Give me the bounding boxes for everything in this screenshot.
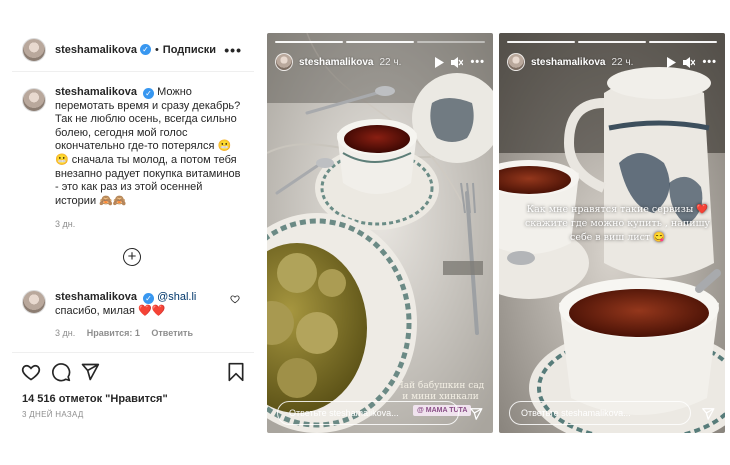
mute-icon[interactable]	[683, 56, 696, 68]
mute-icon[interactable]	[451, 56, 464, 68]
plus-circle-icon[interactable]: +	[123, 248, 141, 266]
verified-badge-icon: ✓	[143, 293, 154, 304]
share-icon[interactable]	[80, 362, 100, 382]
avatar[interactable]	[22, 290, 46, 314]
share-icon[interactable]	[469, 407, 483, 421]
play-icon[interactable]	[434, 56, 445, 68]
story-caption: Как мне нравятся такие сервизы ❤️ скажит…	[524, 204, 711, 243]
comment-text: спасибо, милая	[55, 305, 135, 317]
comment-row: steshamalikova ✓ @shal.li спасибо, милая…	[22, 290, 248, 340]
story-caption: Чай бабушкин сад и мини хинкали	[396, 381, 485, 402]
share-icon[interactable]	[701, 407, 715, 421]
instagram-post: steshamalikova ✓ • Подписки ••• steshama…	[12, 28, 254, 432]
separator-dot: •	[154, 43, 159, 56]
comment-mention[interactable]: @shal.li	[157, 291, 196, 303]
likes-count[interactable]: 14 516 отметок "Нравится"	[22, 393, 168, 405]
post-header: steshamalikova ✓ • Подписки •••	[12, 28, 254, 72]
verified-badge-icon: ✓	[143, 88, 154, 99]
play-icon[interactable]	[666, 56, 677, 68]
verified-badge-icon: ✓	[139, 44, 151, 55]
progress-segment	[417, 41, 485, 43]
comment-icon[interactable]	[51, 362, 71, 382]
comment-username[interactable]: steshamalikova	[55, 291, 137, 303]
progress-segment	[507, 41, 575, 43]
avatar[interactable]	[22, 88, 46, 112]
avatar[interactable]	[507, 53, 525, 71]
more-icon[interactable]: •••	[224, 42, 242, 58]
progress-segment	[649, 41, 717, 43]
follow-button[interactable]: Подписки	[163, 44, 216, 56]
progress-segment	[578, 41, 646, 43]
more-icon[interactable]: •••	[702, 56, 717, 68]
comment-time[interactable]: 3 дн.	[55, 328, 75, 338]
story-frame[interactable]: steshamalikova 22 ч. ••• Чай бабушкин са…	[267, 33, 493, 433]
caption-username[interactable]: steshamalikova	[55, 86, 137, 98]
story-time: 22 ч.	[611, 56, 634, 68]
story-reply-input[interactable]: Ответьте steshamalikova...	[277, 401, 459, 425]
story-time: 22 ч.	[379, 56, 402, 68]
story-reply-input[interactable]: Ответьте steshamalikova...	[509, 401, 691, 425]
post-username[interactable]: steshamalikova	[55, 44, 137, 56]
caption-timestamp[interactable]: 3 дн.	[55, 218, 244, 232]
more-icon[interactable]: •••	[470, 56, 485, 68]
story-progress	[507, 41, 717, 44]
story-username[interactable]: steshamalikova	[531, 57, 606, 68]
avatar[interactable]	[22, 37, 46, 62]
action-bar	[12, 352, 254, 388]
progress-segment	[346, 41, 414, 43]
heart-icon[interactable]	[21, 362, 41, 382]
story-header: steshamalikova 22 ч. •••	[507, 51, 717, 73]
bookmark-icon[interactable]	[226, 362, 246, 382]
caption-text: Можно перемотать время и сразу декабрь? …	[55, 86, 241, 207]
story-progress	[275, 41, 485, 44]
story-frame[interactable]: steshamalikova 22 ч. ••• Как мне нравятс…	[499, 33, 725, 433]
post-date[interactable]: 3 ДНЕЙ НАЗАД	[22, 410, 84, 419]
comment-reply-button[interactable]: Ответить	[151, 328, 193, 338]
comment-likes[interactable]: Нравится: 1	[87, 328, 140, 338]
caption-block: steshamalikova ✓ Можно перемотать время …	[12, 72, 254, 232]
story-photo	[267, 33, 493, 433]
avatar[interactable]	[275, 53, 293, 71]
progress-segment	[275, 41, 343, 43]
story-username[interactable]: steshamalikova	[299, 57, 374, 68]
comment-hearts: ❤️❤️	[138, 305, 166, 317]
heart-icon[interactable]	[230, 294, 240, 304]
story-header: steshamalikova 22 ч. •••	[275, 51, 485, 73]
